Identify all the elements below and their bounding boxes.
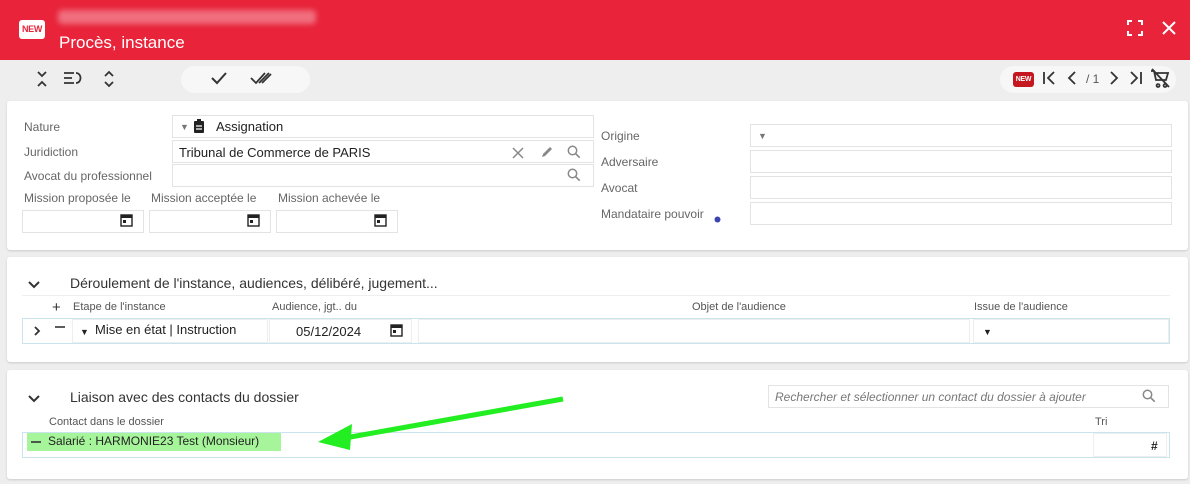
annotation-arrow xyxy=(318,396,564,450)
